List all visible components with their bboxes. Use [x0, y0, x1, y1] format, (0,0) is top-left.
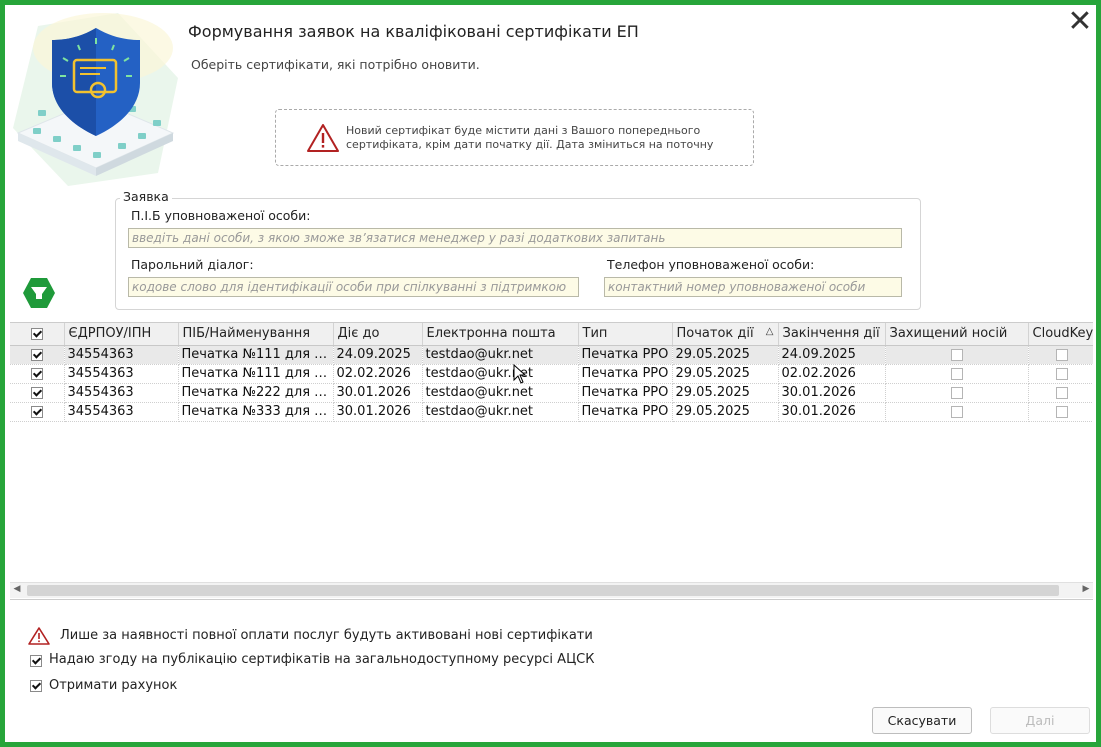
scroll-right-icon[interactable]: ▶: [1079, 584, 1093, 594]
person-input[interactable]: [128, 228, 902, 248]
close-button[interactable]: ✕: [1066, 7, 1094, 37]
row-select-cell[interactable]: [10, 402, 65, 422]
select-all-checkbox[interactable]: [30, 327, 43, 340]
cell-cloudkey[interactable]: [1028, 345, 1093, 365]
cancel-button[interactable]: Скасувати: [872, 707, 972, 734]
scroll-left-icon[interactable]: ◀: [10, 584, 24, 594]
consent-label[interactable]: Надаю згоду на публікацію сертифікатів н…: [49, 652, 594, 667]
table-row[interactable]: 34554363 Печатка №111 для РРО 02.02.2026…: [10, 364, 1093, 384]
column-header-protected-media[interactable]: Захищений носій: [885, 323, 1029, 346]
cell-edrpou: 34554363: [64, 402, 179, 422]
scrollbar-thumb[interactable]: [27, 585, 1059, 596]
info-notice: Новий сертифікат буде містити дані з Ваш…: [275, 109, 754, 166]
cloudkey-checkbox[interactable]: [1055, 348, 1068, 361]
cell-end: 02.02.2026: [778, 364, 886, 384]
column-header-end[interactable]: Закінчення дії: [778, 323, 886, 346]
cloudkey-checkbox[interactable]: [1055, 367, 1068, 380]
column-header-start[interactable]: Початок дії △: [672, 323, 779, 346]
cell-email: testdao@ukr.net: [422, 345, 579, 365]
cell-protected-media[interactable]: [885, 345, 1029, 365]
row-select-cell[interactable]: [10, 383, 65, 403]
cell-start: 29.05.2025: [672, 402, 779, 422]
payment-warning-icon: [28, 627, 50, 645]
cell-protected-media[interactable]: [885, 402, 1029, 422]
table-row[interactable]: 34554363 Печатка №333 для РРО 30.01.2026…: [10, 402, 1093, 422]
column-header-name[interactable]: ПІБ/Найменування: [178, 323, 334, 346]
next-button[interactable]: Далі: [990, 707, 1090, 734]
password-dialog-label: Парольний діалог:: [131, 257, 254, 272]
mouse-cursor-icon: [513, 364, 527, 384]
cell-start: 29.05.2025: [672, 383, 779, 403]
table-row[interactable]: 34554363 Печатка №111 для РРО 24.09.2025…: [10, 345, 1093, 365]
dialog-subtitle: Оберіть сертифікати, які потрібно оновит…: [191, 57, 480, 72]
cell-name: Печатка №111 для РРО: [178, 364, 334, 384]
sort-ascending-icon: △: [765, 326, 774, 338]
password-dialog-input[interactable]: [128, 277, 579, 297]
cell-email: testdao@ukr.net: [422, 383, 579, 403]
cell-cloudkey[interactable]: [1028, 364, 1093, 384]
request-legend: Заявка: [120, 189, 172, 204]
cell-name: Печатка №222 для РРО: [178, 383, 334, 403]
cell-valid-to: 30.01.2026: [333, 383, 423, 403]
cell-edrpou: 34554363: [64, 364, 179, 384]
cloudkey-checkbox[interactable]: [1055, 386, 1068, 399]
dialog-title: Формування заявок на кваліфіковані серти…: [188, 22, 639, 41]
column-header-valid-to[interactable]: Діє до: [333, 323, 423, 346]
table-header-row: ЄДРПОУ/ІПН ПІБ/Найменування Діє до Елект…: [10, 323, 1093, 346]
row-checkbox[interactable]: [30, 386, 43, 399]
invoice-label[interactable]: Отримати рахунок: [49, 678, 177, 693]
column-header-start-label: Початок дії: [676, 326, 754, 342]
table-row[interactable]: 34554363 Печатка №222 для РРО 30.01.2026…: [10, 383, 1093, 403]
horizontal-scrollbar[interactable]: ◀ ▶: [10, 582, 1093, 598]
cell-name: Печатка №333 для РРО: [178, 402, 334, 422]
phone-input[interactable]: [604, 277, 902, 297]
cell-end: 24.09.2025: [778, 345, 886, 365]
select-all-header[interactable]: [10, 323, 65, 346]
column-header-email[interactable]: Електронна пошта: [422, 323, 579, 346]
cell-end: 30.01.2026: [778, 402, 886, 422]
column-header-cloudkey[interactable]: CloudKey: [1028, 323, 1093, 346]
cell-type: Печатка РРО: [578, 364, 673, 384]
cell-email: testdao@ukr.net: [422, 402, 579, 422]
cell-type: Печатка РРО: [578, 383, 673, 403]
row-select-cell[interactable]: [10, 345, 65, 365]
protected-media-checkbox[interactable]: [950, 386, 963, 399]
notice-text: Новий сертифікат буде містити дані з Ваш…: [346, 124, 714, 151]
column-header-type[interactable]: Тип: [578, 323, 673, 346]
warning-icon: [307, 124, 339, 152]
cell-edrpou: 34554363: [64, 345, 179, 365]
row-checkbox[interactable]: [30, 367, 43, 380]
cell-start: 29.05.2025: [672, 345, 779, 365]
phone-label: Телефон уповноваженої особи:: [607, 257, 815, 272]
cell-name: Печатка №111 для РРО: [178, 345, 334, 365]
cell-valid-to: 02.02.2026: [333, 364, 423, 384]
cell-valid-to: 24.09.2025: [333, 345, 423, 365]
cell-email: testdao@ukr.net: [422, 364, 579, 384]
person-label: П.І.Б уповноваженої особи:: [131, 208, 311, 223]
row-select-cell[interactable]: [10, 364, 65, 384]
consent-checkbox[interactable]: [30, 655, 42, 667]
cell-end: 30.01.2026: [778, 383, 886, 403]
cell-type: Печатка РРО: [578, 345, 673, 365]
cell-protected-media[interactable]: [885, 383, 1029, 403]
cell-start: 29.05.2025: [672, 364, 779, 384]
column-header-edrpou[interactable]: ЄДРПОУ/ІПН: [64, 323, 179, 346]
cell-cloudkey[interactable]: [1028, 383, 1093, 403]
cloudkey-checkbox[interactable]: [1055, 405, 1068, 418]
row-checkbox[interactable]: [30, 405, 43, 418]
cell-protected-media[interactable]: [885, 364, 1029, 384]
filter-icon[interactable]: [22, 277, 56, 309]
certificates-table: ЄДРПОУ/ІПН ПІБ/Найменування Діє до Елект…: [10, 322, 1093, 600]
cell-valid-to: 30.01.2026: [333, 402, 423, 422]
protected-media-checkbox[interactable]: [950, 405, 963, 418]
cell-cloudkey[interactable]: [1028, 402, 1093, 422]
invoice-checkbox[interactable]: [30, 680, 42, 692]
protected-media-checkbox[interactable]: [950, 367, 963, 380]
cell-type: Печатка РРО: [578, 402, 673, 422]
cell-edrpou: 34554363: [64, 383, 179, 403]
protected-media-checkbox[interactable]: [950, 348, 963, 361]
certificate-shield-illustration: [13, 13, 178, 186]
row-checkbox[interactable]: [30, 348, 43, 361]
payment-warning-text: Лише за наявності повної оплати послуг б…: [60, 628, 593, 643]
